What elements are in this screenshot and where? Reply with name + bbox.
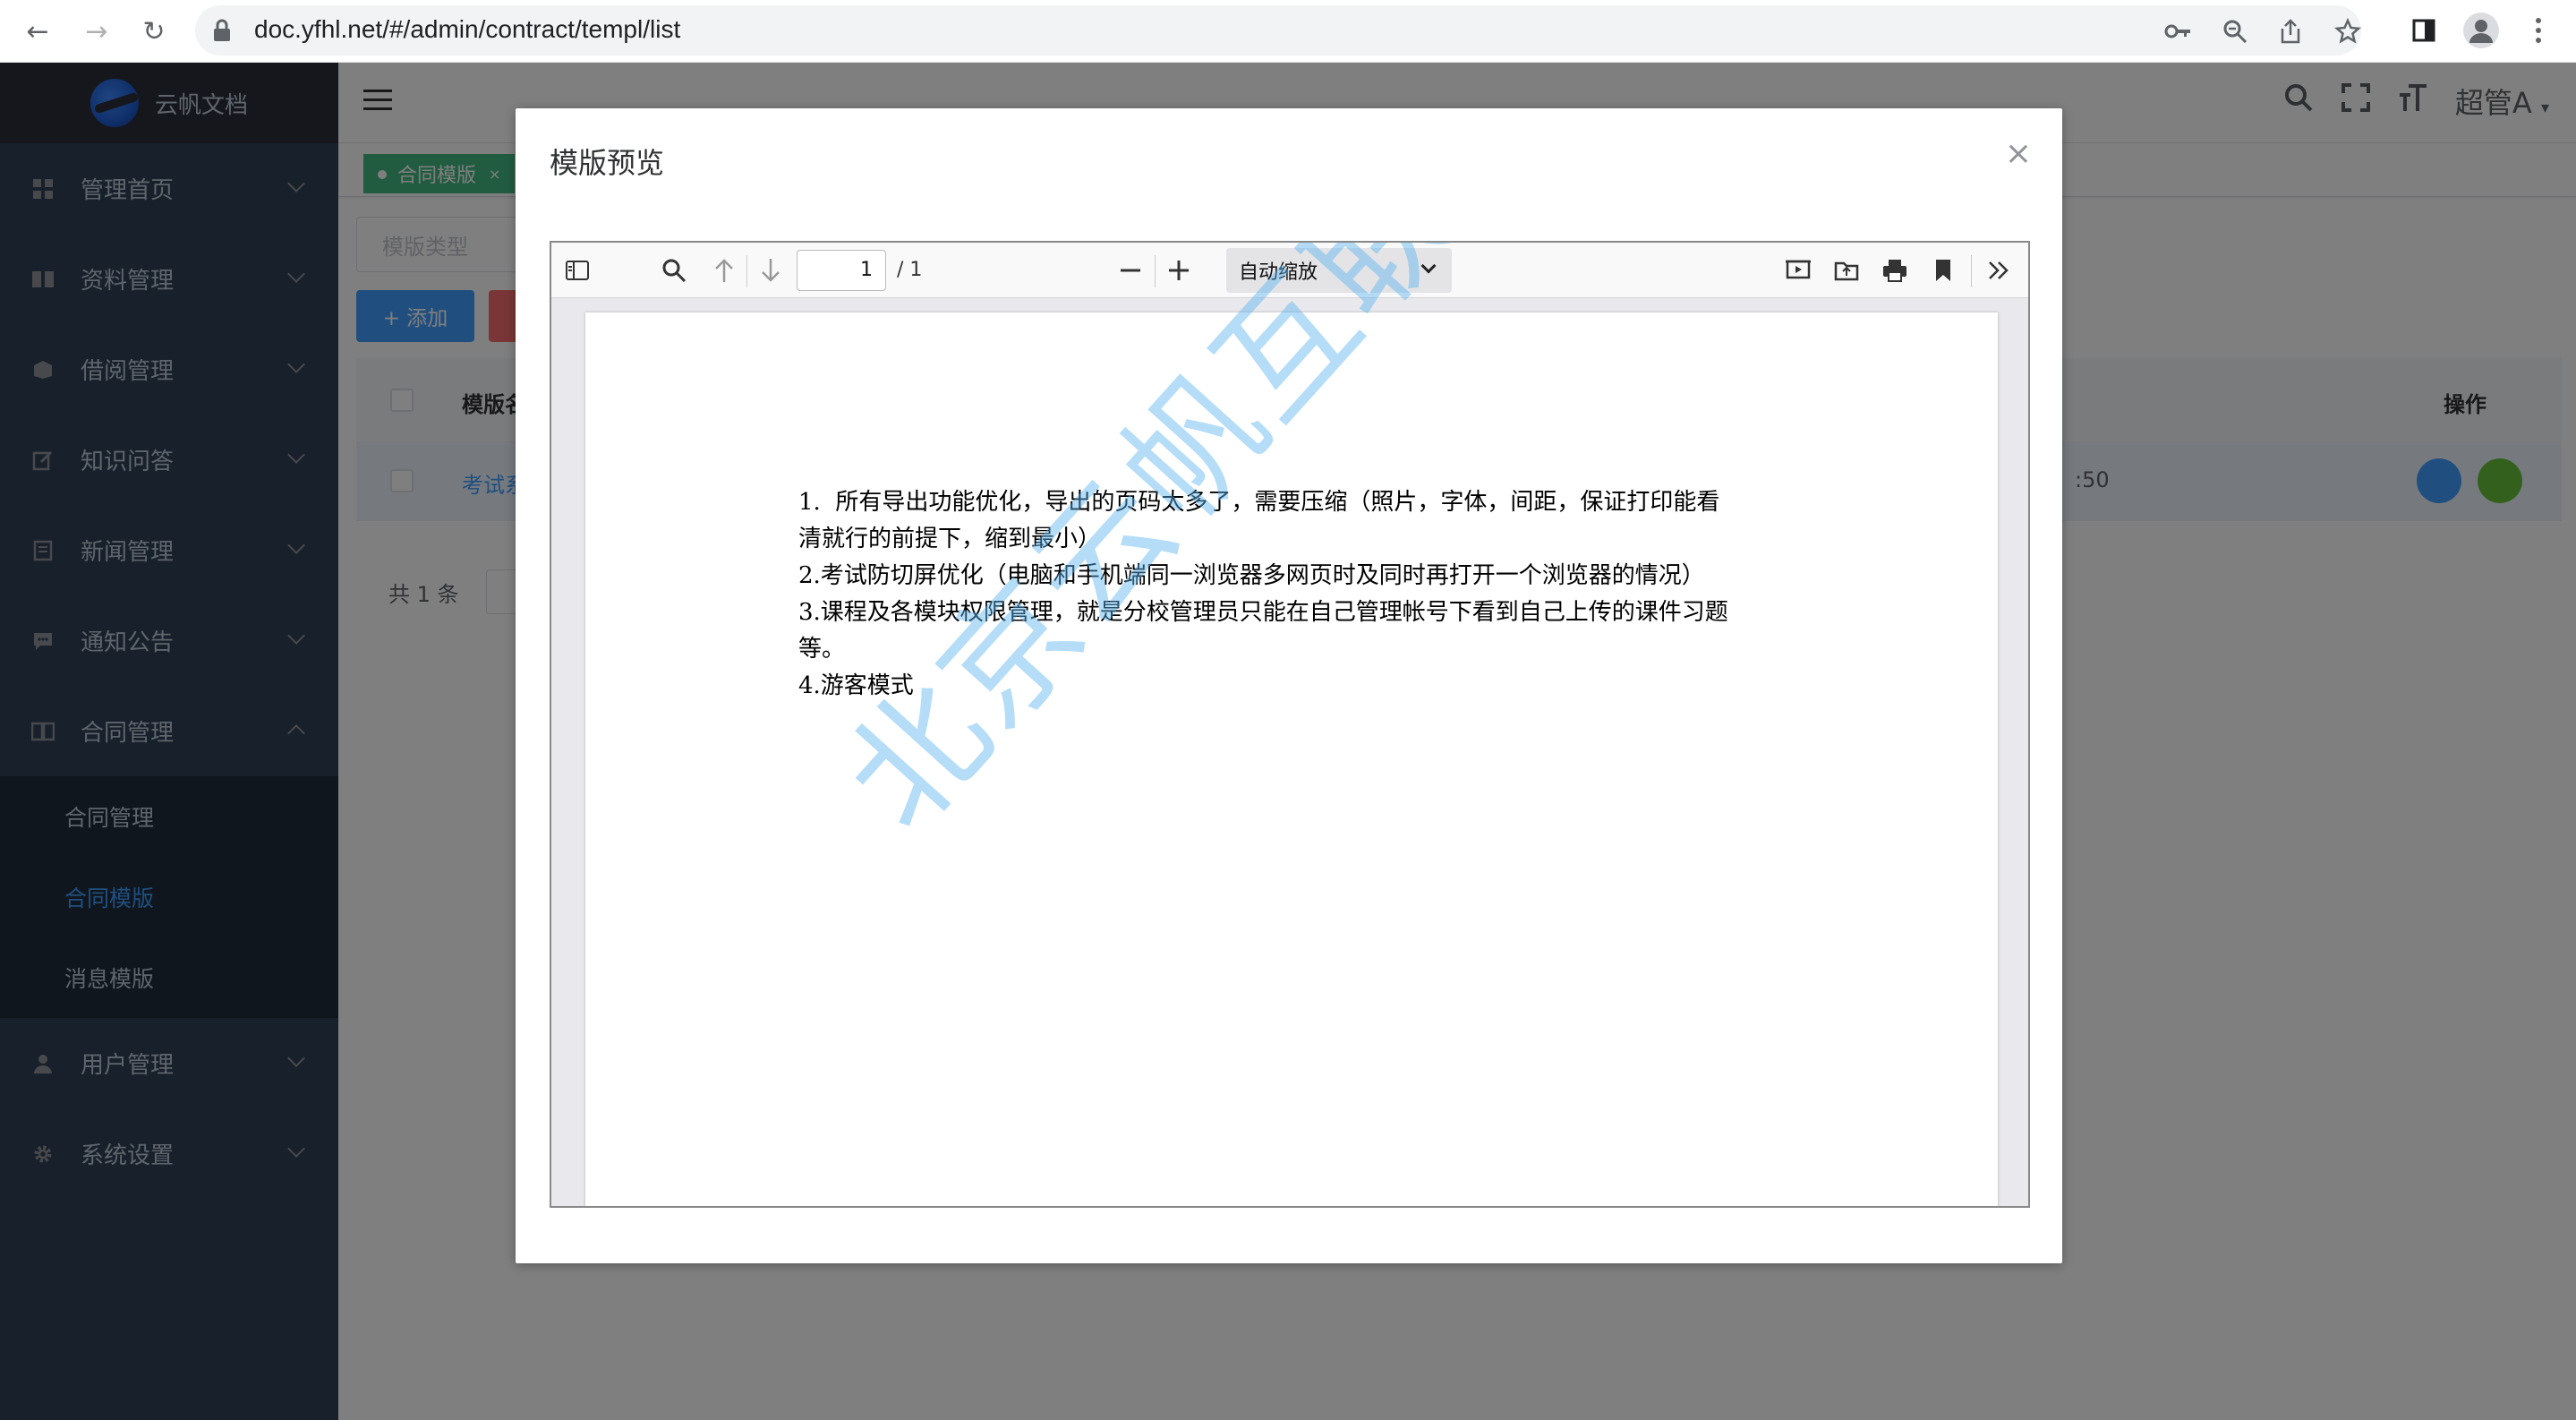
page-count: / 1 xyxy=(897,259,923,281)
zoom-in-icon[interactable] xyxy=(1162,253,1196,287)
reload-icon: ↻ xyxy=(142,15,166,47)
bookmark-icon[interactable] xyxy=(1926,253,1960,287)
print-icon[interactable] xyxy=(1878,253,1912,287)
forward-button[interactable]: → xyxy=(77,12,116,51)
forward-icon: → xyxy=(85,15,108,47)
url-text: doc.yfhl.net/#/admin/contract/templ/list xyxy=(254,15,681,43)
back-icon: ← xyxy=(26,15,49,47)
back-button[interactable]: ← xyxy=(18,12,57,51)
tools-menu-icon[interactable] xyxy=(1982,253,2016,287)
bookmark-star-icon[interactable] xyxy=(2334,18,2361,45)
next-page-icon[interactable] xyxy=(754,253,788,287)
previous-page-icon[interactable] xyxy=(707,253,741,287)
open-file-icon[interactable] xyxy=(1830,253,1864,287)
side-panel-icon[interactable] xyxy=(2406,13,2442,48)
page-number-input[interactable]: 1 xyxy=(797,250,886,291)
pdf-line: 清就行的前提下，缩到最小） xyxy=(798,526,1102,552)
more-menu-icon[interactable] xyxy=(2521,13,2556,48)
sidebar-toggle-icon[interactable] xyxy=(560,253,594,287)
dialog-title: 模版预览 xyxy=(550,146,665,180)
lock-icon xyxy=(214,19,230,41)
pdf-page: 1. 所有导出功能优化，导出的页码太多了，需要压缩（照片，字体，间距，保证打印能… xyxy=(585,243,1998,1206)
toolbar-separator xyxy=(746,255,747,287)
close-icon[interactable]: × xyxy=(2005,135,2032,172)
pdf-viewer: 1 / 1 自动缩放 1. 所有导出功能优化，导出的页码太多了，需要压缩（照片，… xyxy=(550,241,2030,1208)
reload-button[interactable]: ↻ xyxy=(134,12,174,51)
template-preview-dialog: 模版预览 × 1 / 1 自动缩放 1. 所有导出功能优化，导出的页码太多了，需… xyxy=(516,108,2062,1263)
toolbar-separator xyxy=(1155,255,1156,287)
presentation-mode-icon[interactable] xyxy=(1781,253,1815,287)
toolbar-separator xyxy=(1971,255,1972,287)
search-icon[interactable] xyxy=(657,253,691,287)
key-icon[interactable] xyxy=(2164,18,2191,45)
zoom-icon[interactable] xyxy=(2222,18,2248,45)
profile-avatar-icon[interactable] xyxy=(2463,13,2499,48)
address-bar[interactable]: doc.yfhl.net/#/admin/contract/templ/list xyxy=(195,5,2361,56)
browser-toolbar: ← → ↻ doc.yfhl.net/#/admin/contract/temp… xyxy=(0,0,2576,63)
share-icon[interactable] xyxy=(2277,18,2304,45)
pdf-line: 1. 所有导出功能优化，导出的页码太多了，需要压缩（照片，字体，间距，保证打印能… xyxy=(798,489,1720,516)
zoom-out-icon[interactable] xyxy=(1113,253,1147,287)
